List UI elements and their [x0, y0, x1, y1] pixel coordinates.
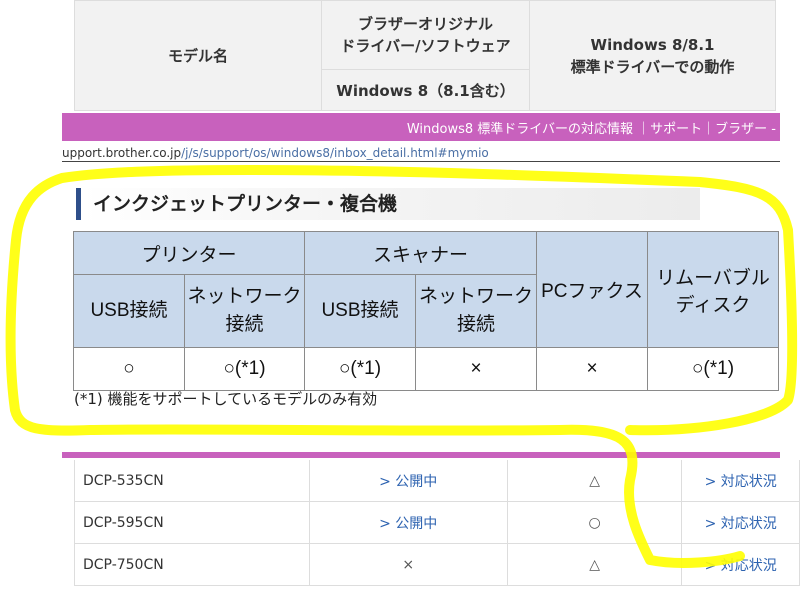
standard-driver-header-line2: 標準ドライバーでの動作 [570, 57, 735, 76]
url-path: /j/s/support/os/windows8/inbox_detail.ht… [181, 146, 489, 160]
driver-support-header-table: モデル名 ブラザーオリジナル ドライバー/ソフトウェア Windows 8/8.… [74, 0, 776, 111]
scanner-usb-header: USB接続 [304, 274, 416, 348]
standard-driver-header-line1: Windows 8/8.1 [590, 35, 715, 54]
scanner-network-line1: ネットワーク [418, 286, 533, 307]
printer-network-line2: 接続 [225, 314, 264, 335]
printer-network-line1: ネットワーク [187, 286, 302, 307]
model-name: DCP-750CN [74, 543, 310, 586]
printer-network-header: ネットワーク 接続 [184, 274, 305, 348]
model-name: DCP-595CN [74, 501, 310, 544]
table-row: DCP-750CN × △ > 対応状況 [74, 543, 800, 586]
status-link[interactable]: > 対応状況 [681, 543, 800, 586]
support-mark: △ [506, 460, 683, 502]
printer-usb-value: ○ [73, 347, 185, 391]
table-row: DCP-595CN > 公開中 ○ > 対応状況 [74, 501, 800, 544]
original-driver-header-line2: ドライバー/ソフトウェア [340, 37, 511, 55]
removable-disk-line2: ディスク [675, 294, 751, 316]
support-mark: ○ [506, 501, 683, 544]
original-driver-header: ブラザーオリジナル ドライバー/ソフトウェア [321, 0, 530, 70]
url-divider [62, 161, 780, 162]
removable-disk-line1: リムーバブル [656, 267, 770, 289]
pc-fax-header: PCファクス [536, 231, 648, 348]
inkjet-feature-table: プリンター スキャナー PCファクス リムーバブル ディスク USB接続 ネット… [73, 231, 779, 391]
windows8-subheader: Windows 8（8.1含む） [321, 69, 530, 111]
printer-group-header: プリンター [73, 231, 305, 275]
magenta-divider [62, 452, 780, 458]
scanner-usb-value: ○(*1) [304, 347, 416, 391]
printer-usb-header: USB接続 [73, 274, 185, 348]
removable-disk-header: リムーバブル ディスク [647, 231, 779, 348]
printer-network-value: ○(*1) [184, 347, 305, 391]
scanner-network-line2: 接続 [456, 314, 495, 335]
standard-driver-header: Windows 8/8.1 標準ドライバーでの動作 [529, 0, 776, 111]
published-status: × [308, 543, 508, 586]
table-row: DCP-535CN > 公開中 △ > 対応状況 [74, 460, 800, 502]
published-link[interactable]: > 公開中 [308, 460, 508, 502]
url-host: upport.brother.co.jp [62, 146, 182, 160]
published-link[interactable]: > 公開中 [308, 501, 508, 544]
scanner-network-header: ネットワーク 接続 [415, 274, 537, 348]
support-mark: △ [506, 543, 683, 586]
removable-disk-value: ○(*1) [647, 347, 779, 391]
browser-tab-title-bar: Windows8 標準ドライバーの対応情報 ｜サポート｜ブラザー - [62, 113, 780, 141]
url-address[interactable]: upport.brother.co.jp/j/s/support/os/wind… [62, 146, 489, 160]
scanner-network-value: × [415, 347, 537, 391]
model-list-table: DCP-535CN > 公開中 △ > 対応状況 DCP-595CN > 公開中… [74, 460, 800, 586]
footnote: (*1) 機能をサポートしているモデルのみ有効 [74, 390, 378, 408]
section-title: インクジェットプリンター・複合機 [76, 188, 700, 220]
model-name-header: モデル名 [74, 0, 322, 111]
model-name: DCP-535CN [74, 460, 310, 502]
pc-fax-value: × [536, 347, 648, 391]
original-driver-header-line1: ブラザーオリジナル [357, 15, 493, 33]
scanner-group-header: スキャナー [304, 231, 537, 275]
status-link[interactable]: > 対応状況 [681, 501, 800, 544]
status-link[interactable]: > 対応状況 [681, 460, 800, 502]
